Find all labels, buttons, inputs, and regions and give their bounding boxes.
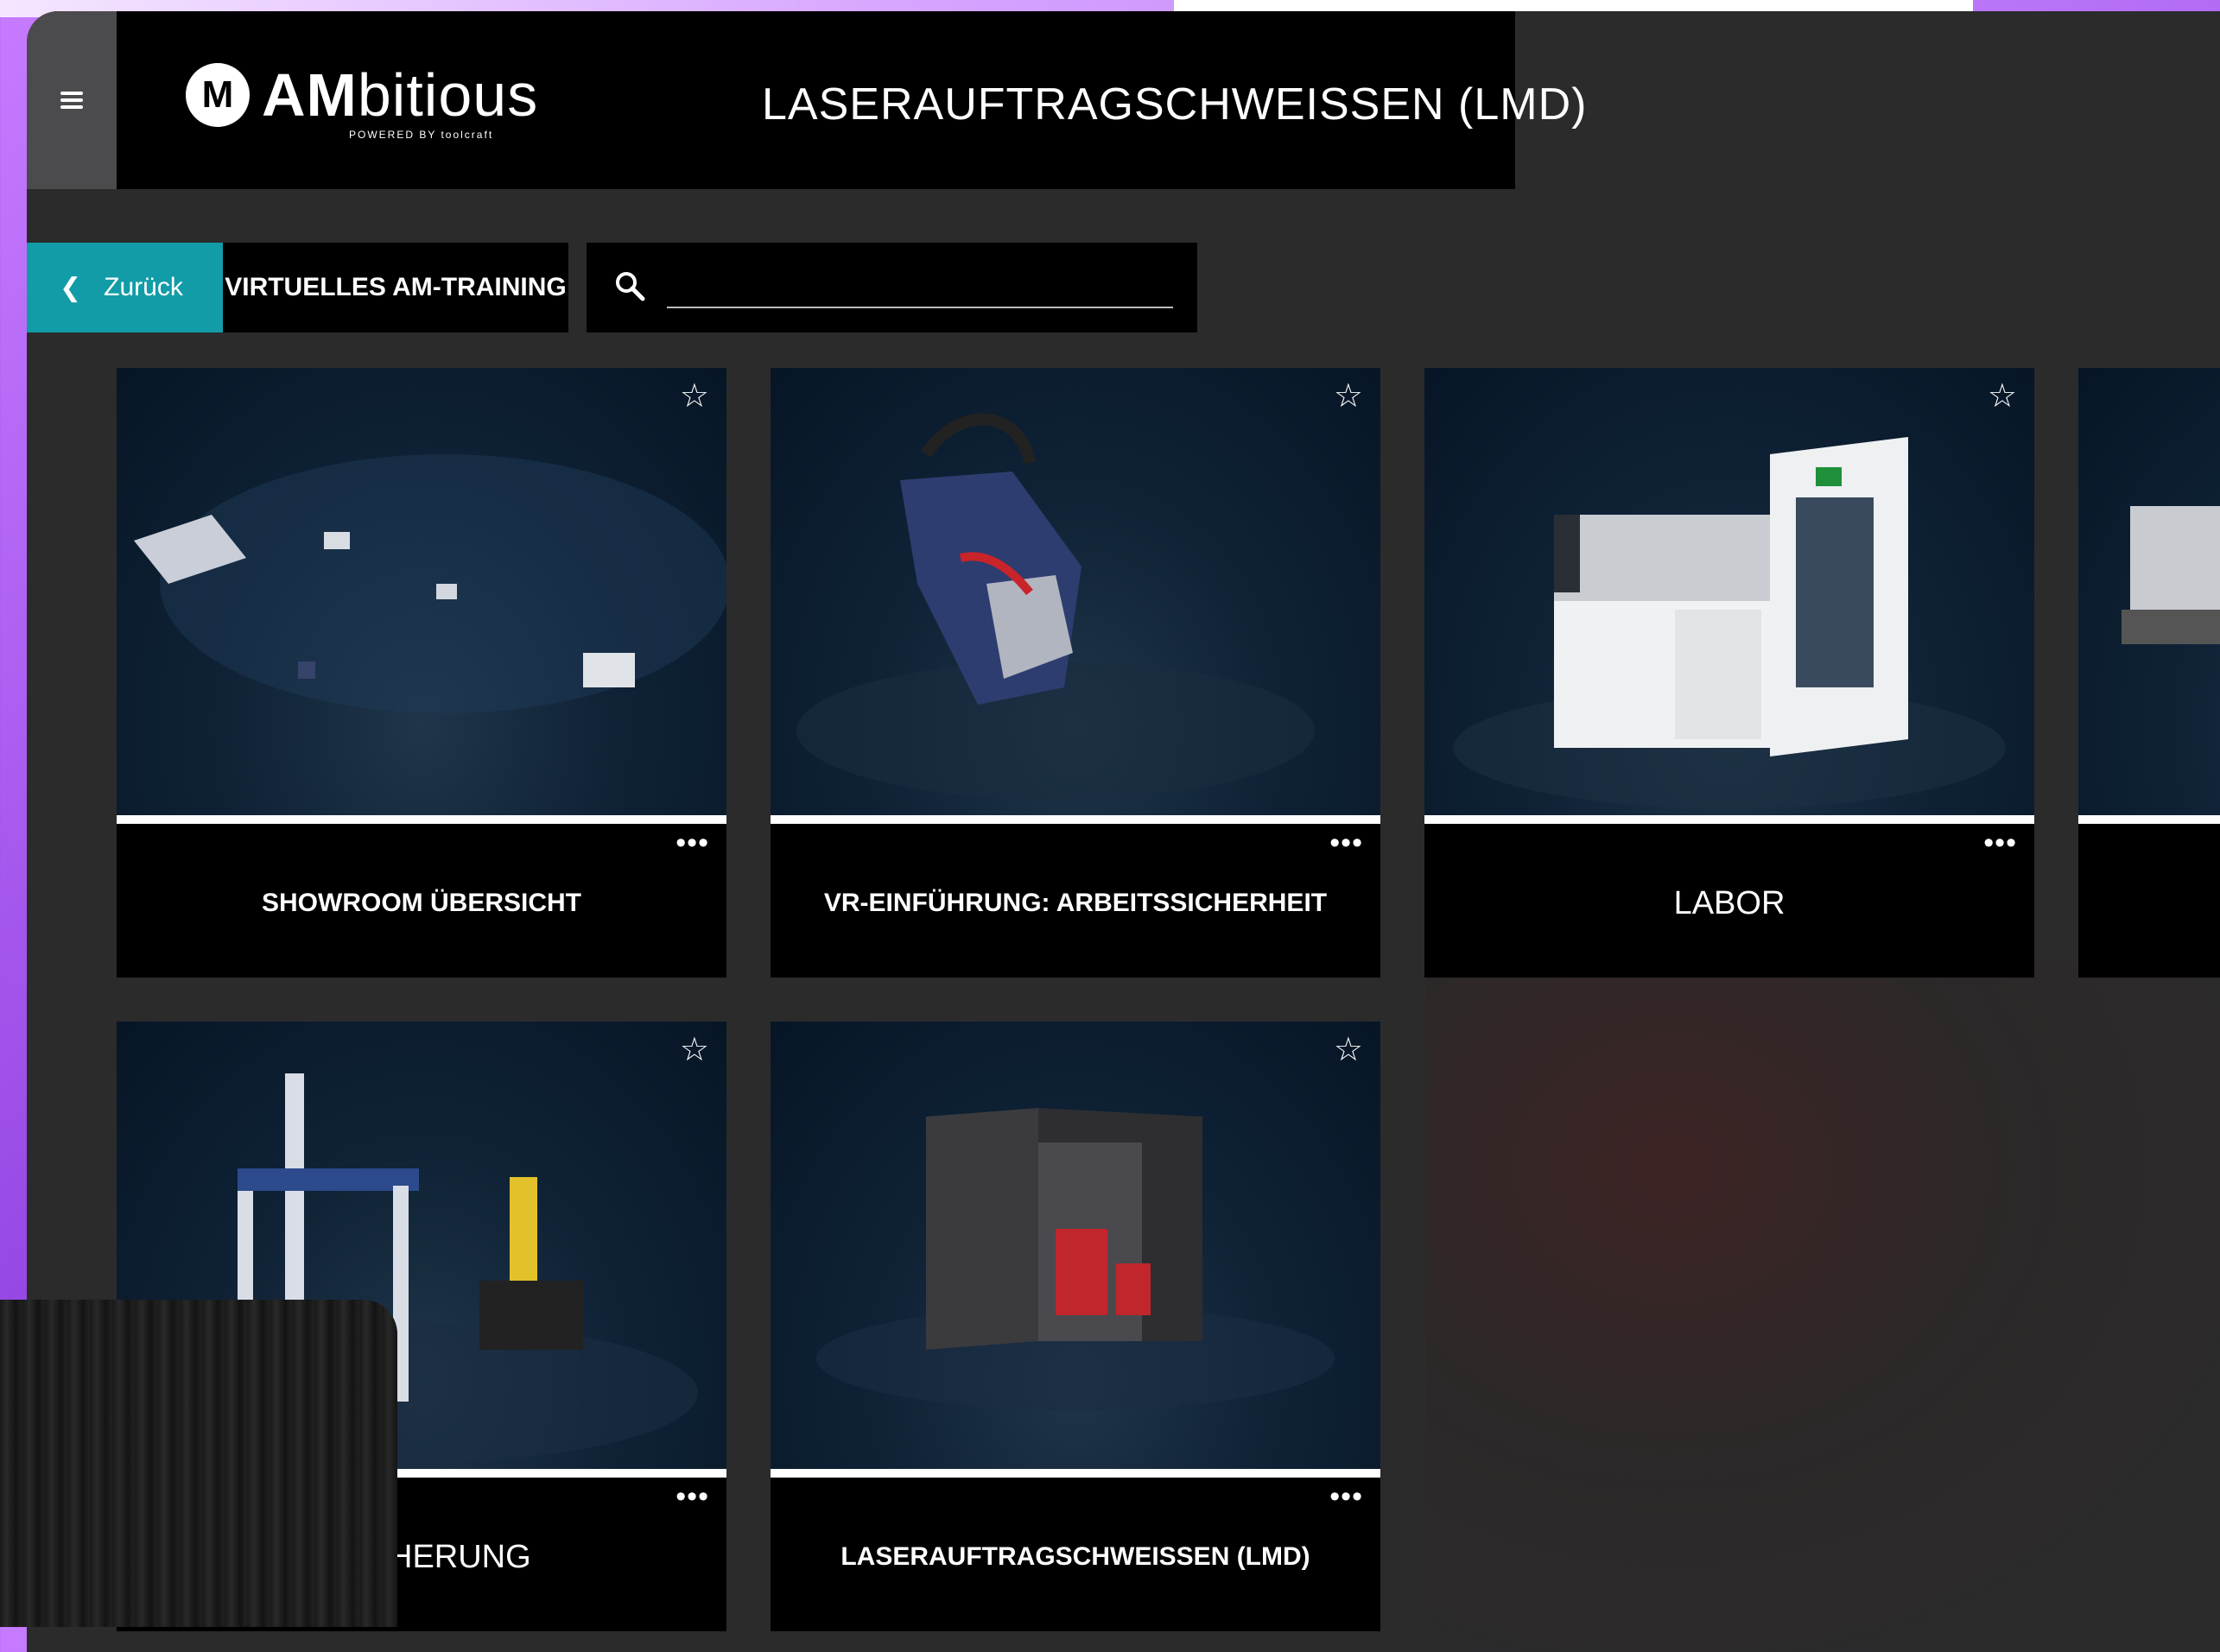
top-bar: AMbitious POWERED BY toolcraft LASERAUFT… (117, 11, 1586, 189)
menu-button[interactable] (27, 11, 117, 189)
card-progress-bar (771, 1469, 1380, 1478)
search-icon (616, 272, 645, 301)
card-showroom[interactable]: ☆ ••• SHOWROOM ÜBERSICHT (117, 368, 726, 978)
chevron-left-icon: ❮ (60, 273, 82, 302)
card-title: LABOR (1673, 884, 1786, 921)
card-progress-bar (117, 815, 726, 824)
favorite-star-icon[interactable]: ☆ (1334, 1034, 1363, 1067)
card-title: LASERAUFTRAGSCHWEISSEN (LMD) (840, 1542, 1310, 1571)
more-options-icon[interactable]: ••• (1983, 828, 2017, 858)
card-labor[interactable]: ☆ ••• LABOR (1424, 368, 2034, 978)
background-image (1426, 961, 2220, 1652)
card-thumbnail (1424, 368, 2034, 815)
card-thumbnail (2078, 368, 2220, 815)
card-title: VR-EINFÜHRUNG: ARBEITSSICHERHEIT (823, 889, 1328, 917)
more-options-icon[interactable]: ••• (676, 1482, 709, 1511)
search-input[interactable] (667, 267, 1173, 308)
overlay-preview-panel (0, 1300, 397, 1627)
hamburger-icon (60, 92, 83, 109)
card-progress-bar (771, 815, 1380, 824)
breadcrumb[interactable]: VIRTUELLES AM-TRAINING (223, 243, 568, 332)
logo-mark-icon (186, 63, 250, 127)
card-thumbnail (771, 1022, 1380, 1469)
card-thumbnail (771, 368, 1380, 815)
preview-image (0, 1300, 397, 1627)
card-title: SHOWROOM ÜBERSICHT (262, 889, 581, 917)
back-button[interactable]: ❮ Zurück (27, 243, 223, 332)
page-title: LASERAUFTRAGSCHWEISSEN (LMD) (762, 79, 1588, 130)
favorite-star-icon[interactable]: ☆ (680, 1034, 709, 1067)
favorite-star-icon[interactable]: ☆ (1334, 380, 1363, 413)
card-progress-bar (2078, 815, 2220, 824)
card-lmd[interactable]: ☆ ••• LASERAUFTRAGSCHWEISSEN (LMD) (771, 1022, 1380, 1631)
more-options-icon[interactable]: ••• (1329, 828, 1363, 858)
card-progress-bar (1424, 815, 2034, 824)
more-options-icon[interactable]: ••• (1329, 1482, 1363, 1511)
favorite-star-icon[interactable]: ☆ (1988, 380, 2017, 413)
favorite-star-icon[interactable]: ☆ (680, 380, 709, 413)
search-bar (587, 243, 1197, 332)
card-partial[interactable] (2078, 368, 2220, 978)
back-button-label: Zurück (104, 273, 183, 301)
brand-subtitle: POWERED BY toolcraft (349, 129, 494, 141)
card-vr-arbeitssicherheit[interactable]: ☆ ••• VR-EINFÜHRUNG: ARBEITSSICHERHEIT (771, 368, 1380, 978)
brand-logo: AMbitious (186, 63, 538, 127)
card-thumbnail (117, 368, 726, 815)
more-options-icon[interactable]: ••• (676, 828, 709, 858)
brand-name: AMbitious (262, 61, 539, 129)
